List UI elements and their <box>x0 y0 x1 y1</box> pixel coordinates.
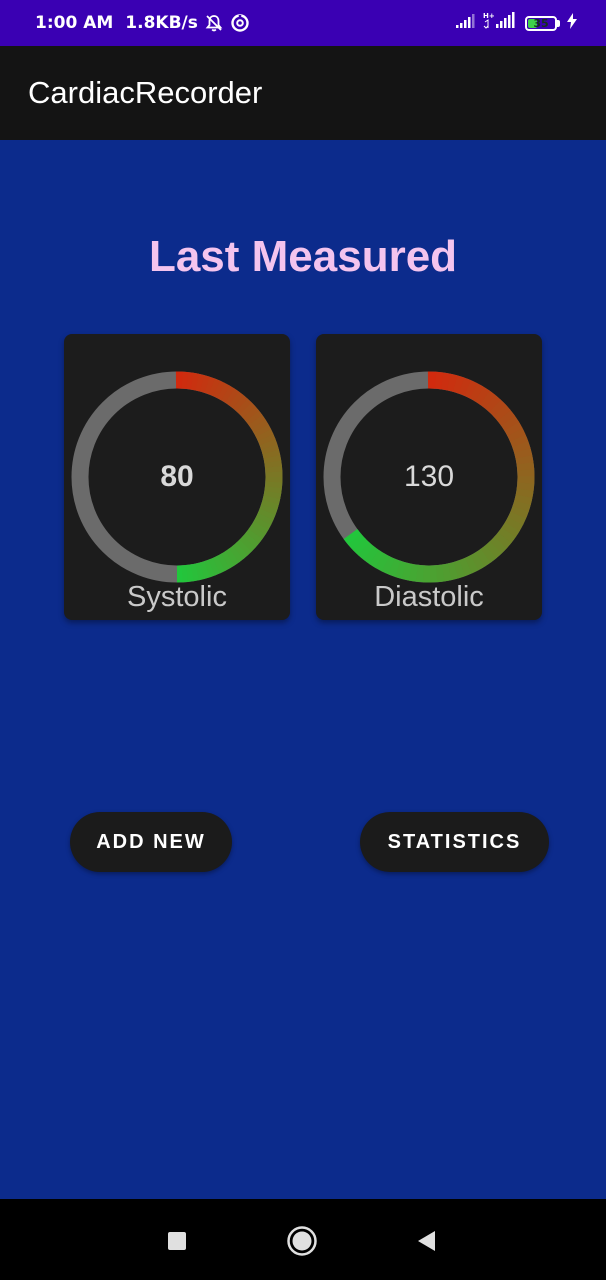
gauge-arc-segment <box>496 409 515 426</box>
gauge-arc-segment <box>509 433 529 448</box>
gauge-arc-segment <box>470 551 486 571</box>
diastolic-value: 130 <box>403 460 455 493</box>
gauge-arc-segment <box>352 538 371 556</box>
diastolic-card: 130 Diastolic <box>316 334 542 620</box>
app-title: CardiacRecorder <box>28 75 263 110</box>
notifications-off-icon <box>204 13 224 33</box>
gauge-arc-segment <box>485 540 503 559</box>
battery-icon: 35 <box>525 15 557 31</box>
gauge-arc-segment <box>408 563 419 582</box>
gauge-arc-segment <box>498 526 517 543</box>
systolic-value: 80 <box>160 460 194 493</box>
statistics-button[interactable]: STATISTICS <box>360 812 549 872</box>
gauge-arc-segment <box>475 548 492 567</box>
gauge-arc-segment <box>488 398 506 417</box>
gauge-arc-segment <box>363 546 380 565</box>
gauge-arc-segment <box>401 562 413 581</box>
gauge-arc-segment <box>506 427 526 442</box>
gauge-arc-segment <box>468 382 484 402</box>
gauge-arc-segment <box>357 542 375 561</box>
signal-h-plus-icon: H+ <box>483 11 519 36</box>
gauge-arc-segment <box>381 556 396 575</box>
gauge-arc-segment <box>415 564 425 583</box>
gauge-arc-segment <box>463 379 478 399</box>
systolic-card: 80 Systolic <box>64 334 290 620</box>
gauge-arc-segment <box>513 447 533 459</box>
gauge-arc-segment <box>445 373 458 392</box>
navigation-bar <box>0 1199 606 1280</box>
gauge-arc-segment <box>343 528 362 546</box>
status-left: 1:00 AM 1.8KB/s <box>35 0 250 46</box>
gauge-arc-segment <box>504 516 524 532</box>
svg-text:H+: H+ <box>483 12 495 20</box>
gauge-arc-segment <box>489 536 508 554</box>
gauge-arc-segment <box>501 521 521 538</box>
gauge-arc-segment <box>494 531 513 549</box>
battery-tip <box>557 19 560 27</box>
app-bar: CardiacRecorder <box>0 46 606 140</box>
status-bar: 1:00 AM 1.8KB/s H+ 35 <box>0 0 606 46</box>
data-saver-icon <box>230 13 250 33</box>
gauge-arc-segment <box>394 560 408 580</box>
gauge-arc-segment <box>492 403 511 422</box>
status-time: 1:00 AM <box>35 13 114 33</box>
gauge-arc-segment <box>441 563 453 582</box>
battery-level: 35 <box>533 16 549 30</box>
gauge-arc-segment <box>453 559 467 579</box>
gauge-arc-segment <box>479 390 496 409</box>
gauge-arc-segment <box>369 549 385 569</box>
gauge-arc-segment <box>435 564 446 583</box>
recent-apps-icon[interactable] <box>157 1221 197 1261</box>
gauge-arc-segment <box>457 377 471 396</box>
diastolic-label: Diastolic <box>374 581 484 613</box>
gauge-arc-segment <box>503 420 523 437</box>
gauge-arc-segment <box>507 510 527 525</box>
gauge-arc-segment <box>483 394 501 413</box>
gauge-arc-segment <box>434 371 444 390</box>
gauge-arc-segment <box>514 493 533 505</box>
charging-bolt-icon <box>566 12 578 34</box>
gauge-arc-segment <box>440 372 451 391</box>
gauge-arc-segment <box>473 386 490 405</box>
gauge-arc-segment <box>510 505 529 519</box>
gauge-arc-segment <box>500 414 519 431</box>
gauge-arc-segment <box>348 533 366 551</box>
status-speed: 1.8KB/s <box>125 13 198 33</box>
systolic-label: Systolic <box>127 581 227 613</box>
gauge-arc-segment <box>447 561 460 581</box>
gauge-arc-segment <box>388 558 402 578</box>
add-new-button[interactable]: ADD NEW <box>70 812 232 872</box>
gauge-arc-segment <box>511 440 531 453</box>
gauge-arc-segment <box>480 544 498 563</box>
gauge-arc-segment <box>512 499 532 512</box>
screen: 1:00 AM 1.8KB/s H+ 35 CardiacRecorder La… <box>0 0 606 1280</box>
gauge-arc-segment <box>464 554 480 574</box>
gauge-arc-segment <box>451 375 465 394</box>
back-icon[interactable] <box>406 1221 446 1261</box>
signal-icon <box>455 13 477 34</box>
status-right: H+ 35 <box>455 0 578 46</box>
gauge-arc-segment <box>375 553 391 572</box>
last-measured-heading: Last Measured <box>148 232 458 281</box>
home-icon[interactable] <box>282 1221 322 1261</box>
gauge-arc-segment <box>459 557 473 577</box>
